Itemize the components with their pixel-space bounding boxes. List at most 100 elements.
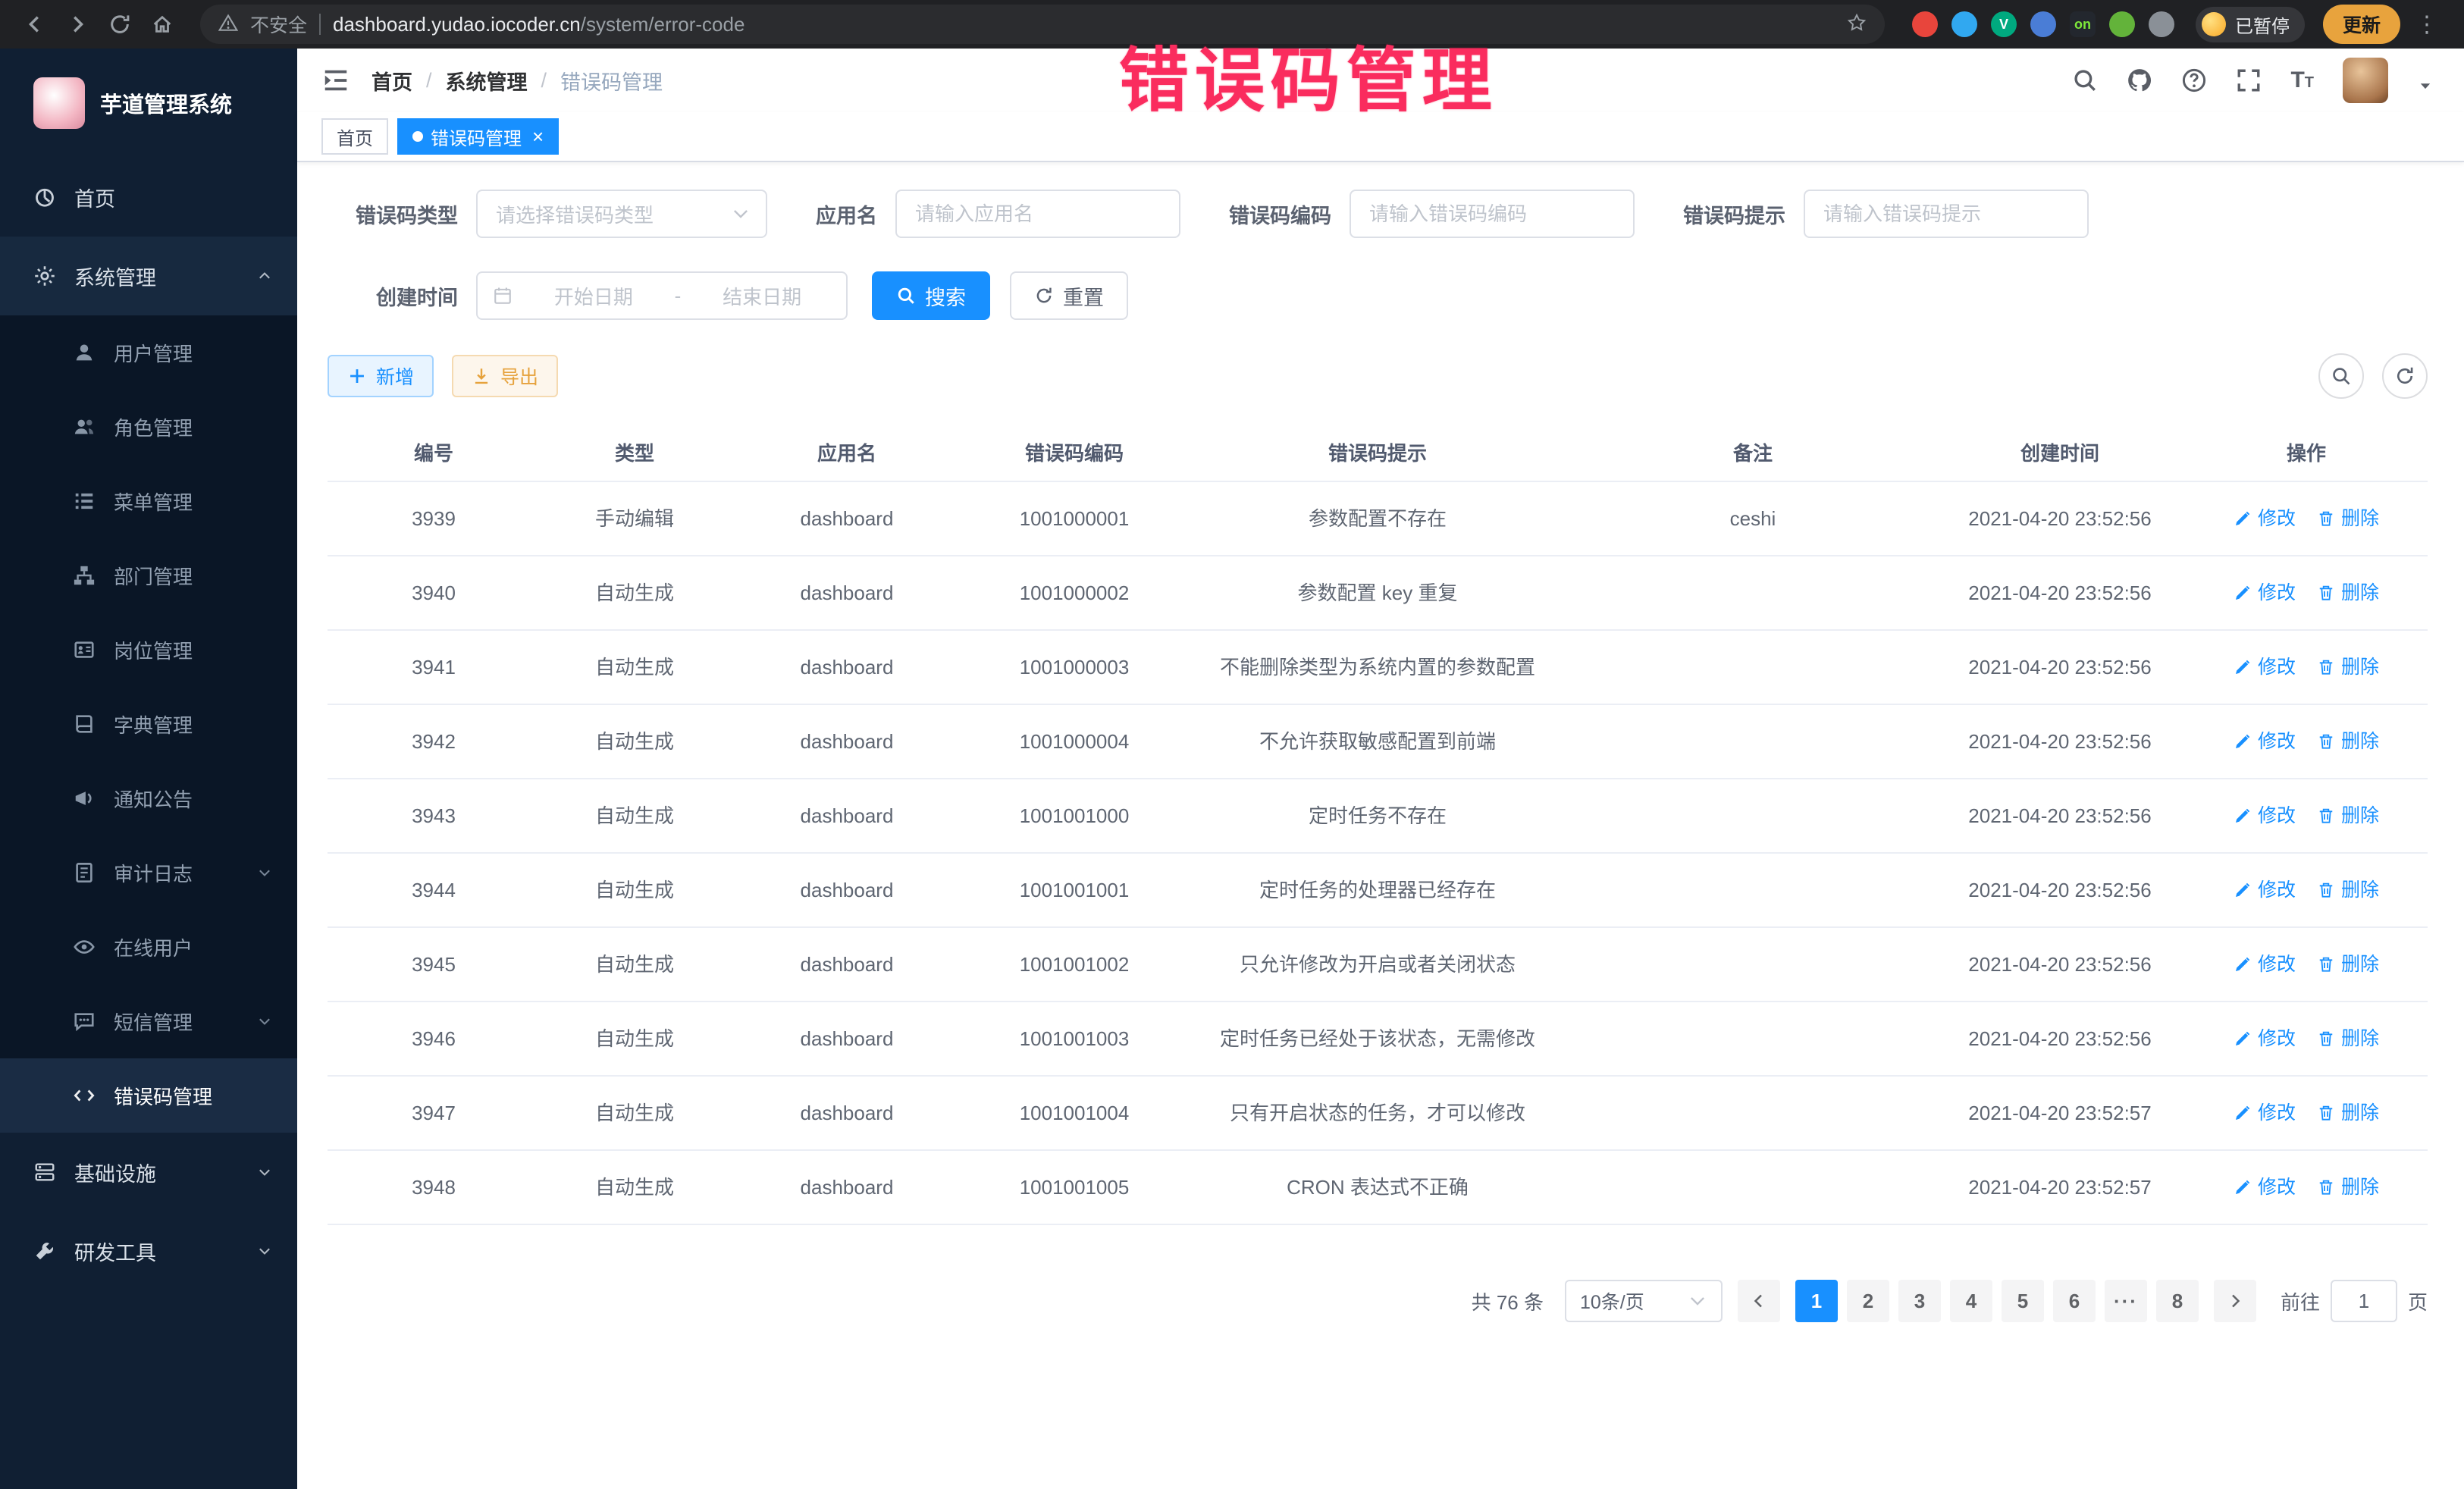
search-button[interactable]: 搜索 — [872, 271, 990, 320]
column-header[interactable]: 类型 — [540, 423, 729, 481]
page-button-6[interactable]: 6 — [2053, 1280, 2096, 1322]
sidebar-item-dept[interactable]: 部门管理 — [0, 538, 297, 613]
sidebar-item-notice[interactable]: 通知公告 — [0, 761, 297, 835]
delete-button[interactable]: 删除 — [2317, 654, 2379, 681]
prev-page-button[interactable] — [1738, 1280, 1780, 1322]
error-code-input[interactable] — [1350, 190, 1635, 238]
column-header[interactable]: 错误码提示 — [1184, 423, 1571, 481]
edit-button[interactable]: 修改 — [2234, 1099, 2296, 1127]
next-page-button[interactable] — [2214, 1280, 2256, 1322]
delete-button[interactable]: 删除 — [2317, 802, 2379, 829]
delete-button[interactable]: 删除 — [2317, 728, 2379, 755]
edit-button[interactable]: 修改 — [2234, 505, 2296, 532]
forward-button[interactable] — [58, 5, 97, 44]
refresh-table-button[interactable] — [2382, 353, 2428, 399]
extension-on-badge-icon[interactable]: on — [2070, 11, 2096, 37]
date-range-picker[interactable]: 开始日期 - 结束日期 — [476, 271, 848, 320]
app-name-input[interactable] — [895, 190, 1180, 238]
profile-paused-badge[interactable]: 已暂停 — [2196, 7, 2305, 42]
edit-button[interactable]: 修改 — [2234, 951, 2296, 978]
table-row[interactable]: 3946自动生成dashboard1001001003定时任务已经处于该状态，无… — [328, 1002, 2428, 1077]
page-button-5[interactable]: 5 — [2002, 1280, 2044, 1322]
github-icon[interactable] — [2127, 67, 2152, 93]
font-size-icon[interactable]: TT — [2290, 69, 2314, 92]
address-bar[interactable]: 不安全 dashboard.yudao.iocoder.cn/system/er… — [200, 5, 1885, 44]
tab-首页[interactable]: 首页 — [321, 118, 388, 155]
back-button[interactable] — [15, 5, 55, 44]
delete-button[interactable]: 删除 — [2317, 951, 2379, 978]
page-button-2[interactable]: 2 — [1847, 1280, 1889, 1322]
browser-menu-button[interactable]: ⋮ — [2406, 11, 2449, 38]
fullscreen-icon[interactable] — [2236, 67, 2262, 93]
table-row[interactable]: 3945自动生成dashboard1001001002只允许修改为开启或者关闭状… — [328, 928, 2428, 1002]
delete-button[interactable]: 删除 — [2317, 876, 2379, 904]
tab-错误码管理[interactable]: 错误码管理× — [397, 118, 559, 155]
close-icon[interactable]: × — [532, 127, 544, 146]
logo[interactable]: 芋道管理系统 — [0, 49, 297, 158]
reset-button[interactable]: 重置 — [1010, 271, 1128, 320]
sidebar-item-menu[interactable]: 菜单管理 — [0, 464, 297, 538]
search-icon[interactable] — [2072, 67, 2098, 93]
update-button[interactable]: 更新 — [2323, 5, 2400, 44]
table-row[interactable]: 3940自动生成dashboard1001000002参数配置 key 重复20… — [328, 556, 2428, 631]
end-date-input[interactable]: 结束日期 — [693, 282, 831, 310]
delete-button[interactable]: 删除 — [2317, 1099, 2379, 1127]
delete-button[interactable]: 删除 — [2317, 1174, 2379, 1201]
user-avatar[interactable] — [2343, 58, 2388, 103]
delete-button[interactable]: 删除 — [2317, 579, 2379, 607]
edit-button[interactable]: 修改 — [2234, 876, 2296, 904]
sidebar-item-post[interactable]: 岗位管理 — [0, 613, 297, 687]
add-button[interactable]: 新增 — [328, 355, 434, 397]
extension-puzzle-icon[interactable] — [2149, 11, 2174, 37]
sidebar-item-sms[interactable]: 短信管理 — [0, 984, 297, 1058]
table-row[interactable]: 3942自动生成dashboard1001000004不允许获取敏感配置到前端2… — [328, 705, 2428, 779]
sidebar-item-error-code[interactable]: 错误码管理 — [0, 1058, 297, 1133]
extension-red-circle-icon[interactable] — [1912, 11, 1938, 37]
breadcrumb-item[interactable]: 首页 — [371, 66, 412, 96]
sidebar-item-system[interactable]: 系统管理 — [0, 237, 297, 315]
delete-button[interactable]: 删除 — [2317, 1025, 2379, 1052]
page-button-1[interactable]: 1 — [1795, 1280, 1838, 1322]
column-header[interactable]: 错误码编码 — [964, 423, 1184, 481]
page-ellipsis[interactable]: ··· — [2105, 1280, 2147, 1322]
column-header[interactable]: 编号 — [328, 423, 540, 481]
table-row[interactable]: 3944自动生成dashboard1001001001定时任务的处理器已经存在2… — [328, 854, 2428, 928]
delete-button[interactable]: 删除 — [2317, 505, 2379, 532]
reload-button[interactable] — [100, 5, 140, 44]
error-type-select[interactable]: 请选择错误码类型 — [476, 190, 767, 238]
sidebar-item-dict[interactable]: 字典管理 — [0, 687, 297, 761]
goto-page-input[interactable] — [2331, 1280, 2397, 1322]
edit-button[interactable]: 修改 — [2234, 654, 2296, 681]
sidebar-item-infra[interactable]: 基础设施 — [0, 1133, 297, 1212]
edit-button[interactable]: 修改 — [2234, 579, 2296, 607]
sidebar-item-devtool[interactable]: 研发工具 — [0, 1212, 297, 1290]
sidebar-item-role[interactable]: 角色管理 — [0, 390, 297, 464]
column-header[interactable]: 应用名 — [729, 423, 964, 481]
page-button-3[interactable]: 3 — [1898, 1280, 1941, 1322]
extension-people-grid-icon[interactable] — [2030, 11, 2056, 37]
sidebar-item-home[interactable]: 首页 — [0, 158, 297, 237]
page-button-4[interactable]: 4 — [1950, 1280, 1992, 1322]
table-row[interactable]: 3943自动生成dashboard1001001000定时任务不存在2021-0… — [328, 779, 2428, 854]
page-size-select[interactable]: 10条/页 — [1565, 1280, 1723, 1322]
column-header[interactable]: 操作 — [2185, 423, 2428, 481]
table-row[interactable]: 3947自动生成dashboard1001001004只有开启状态的任务，才可以… — [328, 1077, 2428, 1151]
sidebar-toggle-icon[interactable] — [321, 66, 350, 95]
export-button[interactable]: 导出 — [452, 355, 558, 397]
extension-blue-drop-icon[interactable] — [1951, 11, 1977, 37]
sidebar-item-user[interactable]: 用户管理 — [0, 315, 297, 390]
table-row[interactable]: 3941自动生成dashboard1001000003不能删除类型为系统内置的参… — [328, 631, 2428, 705]
start-date-input[interactable]: 开始日期 — [525, 282, 663, 310]
edit-button[interactable]: 修改 — [2234, 1174, 2296, 1201]
bookmark-star-icon[interactable] — [1847, 11, 1867, 39]
extension-green-leaf-icon[interactable] — [2109, 11, 2135, 37]
sidebar-item-audit-log[interactable]: 审计日志 — [0, 835, 297, 910]
edit-button[interactable]: 修改 — [2234, 1025, 2296, 1052]
error-hint-input[interactable] — [1804, 190, 2089, 238]
column-header[interactable]: 创建时间 — [1935, 423, 2185, 481]
extension-green-v-icon[interactable]: V — [1991, 11, 2017, 37]
edit-button[interactable]: 修改 — [2234, 802, 2296, 829]
column-header[interactable]: 备注 — [1571, 423, 1935, 481]
home-button[interactable] — [143, 5, 182, 44]
chevron-down-icon[interactable] — [2417, 72, 2434, 89]
